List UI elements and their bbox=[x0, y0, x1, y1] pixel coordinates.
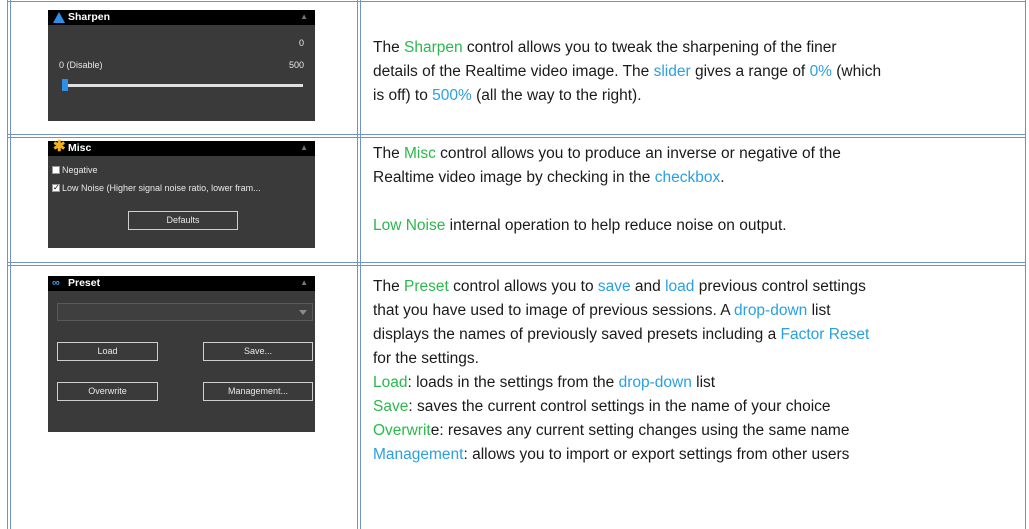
desc-line: is off) to 500% (all the way to the righ… bbox=[373, 84, 1013, 108]
row-divider-1-inner bbox=[7, 137, 1026, 138]
highlight-green: Misc bbox=[404, 145, 436, 162]
highlight-green: Sharpen bbox=[404, 39, 463, 56]
row-divider-1 bbox=[7, 134, 1026, 135]
desc-text: control allows you to tweak the sharpeni… bbox=[462, 39, 837, 56]
panel-title: Preset bbox=[68, 277, 101, 289]
save-button[interactable]: Save... bbox=[203, 342, 313, 361]
sharpen-slider-track[interactable] bbox=[62, 84, 303, 87]
panel-title: Misc bbox=[68, 142, 92, 154]
highlight-blue: drop-down bbox=[618, 374, 692, 391]
desc-line: Management: allows you to import or expo… bbox=[373, 443, 1013, 467]
desc-text: . bbox=[720, 169, 725, 186]
desc-text: for the settings. bbox=[373, 350, 479, 367]
highlight-blue: load bbox=[665, 278, 695, 295]
desc-text: (which bbox=[831, 63, 882, 80]
sharpen-min-label: 0 (Disable) bbox=[59, 60, 103, 70]
highlight-blue: 500% bbox=[432, 87, 472, 104]
document-table: Sharpen ▲ 0 0 (Disable) 500 The Sharpen … bbox=[0, 0, 1029, 529]
desc-text: that you have used to image of previous … bbox=[373, 302, 735, 319]
misc-panel: ✱ Misc ▲ Negative ✓ Low Noise (Higher si… bbox=[48, 138, 315, 248]
preset-panel: ∞ Preset ▲ Load Save... Overwrite Manage… bbox=[48, 276, 315, 432]
negative-label: Negative bbox=[62, 165, 98, 175]
desc-text: The bbox=[373, 145, 405, 162]
desc-line: The Sharpen control allows you to tweak … bbox=[373, 36, 1013, 60]
chevron-down-icon bbox=[299, 310, 307, 315]
desc-line: Save: saves the current control settings… bbox=[373, 395, 1013, 419]
highlight-blue: Management bbox=[373, 446, 464, 463]
desc-text: : saves the current control settings in … bbox=[408, 398, 831, 415]
highlight-green: Load bbox=[373, 374, 408, 391]
desc-text: details of the Realtime video image. The bbox=[373, 63, 654, 80]
desc-text: : loads in the settings from the bbox=[407, 374, 619, 391]
load-button[interactable]: Load bbox=[57, 342, 158, 361]
sharpen-description: The Sharpen control allows you to tweak … bbox=[373, 36, 1013, 108]
desc-line bbox=[373, 190, 1013, 214]
collapse-caret-icon[interactable]: ▲ bbox=[300, 140, 308, 155]
row-divider-2-inner bbox=[7, 265, 1026, 266]
preset-panel-header: ∞ Preset ▲ bbox=[48, 276, 315, 291]
preset-description: The Preset control allows you to save an… bbox=[373, 275, 1013, 467]
misc-description: The Misc control allows you to produce a… bbox=[373, 142, 1013, 238]
highlight-blue: drop-down bbox=[734, 302, 808, 319]
desc-text: Realtime video image by checking in the bbox=[373, 169, 655, 186]
row-divider-2 bbox=[7, 262, 1026, 263]
desc-text: and bbox=[630, 278, 666, 295]
sharpen-panel-header: Sharpen ▲ bbox=[48, 10, 315, 25]
management-button[interactable]: Management... bbox=[203, 382, 313, 401]
highlight-blue: checkbox bbox=[654, 169, 721, 186]
desc-text: : allows you to import or export setting… bbox=[463, 446, 850, 463]
desc-text: e: resaves any current setting changes u… bbox=[430, 422, 850, 439]
highlight-blue: 0% bbox=[809, 63, 832, 80]
sharpen-max-label: 500 bbox=[288, 60, 304, 70]
desc-line: Overwrite: resaves any current setting c… bbox=[373, 419, 1013, 443]
sharpen-slider-thumb[interactable] bbox=[62, 79, 68, 91]
low-noise-checkbox[interactable]: ✓ bbox=[52, 184, 60, 192]
sharpen-panel: Sharpen ▲ 0 0 (Disable) 500 bbox=[48, 10, 315, 121]
desc-line: for the settings. bbox=[373, 347, 1013, 371]
table-border-top bbox=[7, 1, 1026, 2]
collapse-caret-icon[interactable]: ▲ bbox=[300, 9, 308, 24]
preset-icon: ∞ bbox=[52, 277, 60, 289]
desc-text: gives a range of bbox=[690, 63, 810, 80]
asterisk-icon: ✱ bbox=[53, 138, 66, 155]
desc-text: list bbox=[691, 374, 716, 391]
desc-line: that you have used to image of previous … bbox=[373, 299, 1013, 323]
desc-text: control allows you to produce an inverse… bbox=[435, 145, 841, 162]
desc-line: The Misc control allows you to produce a… bbox=[373, 142, 1013, 166]
low-noise-label: Low Noise (Higher signal noise ratio, lo… bbox=[62, 183, 261, 193]
desc-line: The Preset control allows you to save an… bbox=[373, 275, 1013, 299]
desc-line: Load: loads in the settings from the dro… bbox=[373, 371, 1013, 395]
negative-checkbox[interactable] bbox=[52, 166, 60, 174]
desc-text: The bbox=[373, 39, 405, 56]
defaults-button[interactable]: Defaults bbox=[128, 211, 238, 230]
desc-text: (all the way to the right). bbox=[471, 87, 642, 104]
highlight-green: Preset bbox=[404, 278, 449, 295]
desc-text: list bbox=[807, 302, 831, 319]
collapse-caret-icon[interactable]: ▲ bbox=[300, 275, 308, 290]
preset-dropdown[interactable] bbox=[57, 303, 313, 321]
desc-line: displays the names of previously saved p… bbox=[373, 323, 1013, 347]
sharpen-triangle-icon bbox=[53, 12, 65, 23]
desc-line: Low Noise internal operation to help red… bbox=[373, 214, 1013, 238]
highlight-blue: save bbox=[597, 278, 631, 295]
highlight-blue: slider bbox=[653, 63, 691, 80]
desc-text: control allows you to bbox=[448, 278, 598, 295]
desc-text: The bbox=[373, 278, 405, 295]
highlight-green: Save bbox=[373, 398, 409, 415]
misc-panel-header: ✱ Misc ▲ bbox=[48, 138, 315, 156]
desc-text: previous control settings bbox=[694, 278, 866, 295]
overwrite-button[interactable]: Overwrite bbox=[57, 382, 158, 401]
highlight-blue: Factor Reset bbox=[780, 326, 870, 343]
desc-text: displays the names of previously saved p… bbox=[373, 326, 781, 343]
desc-text: internal operation to help reduce noise … bbox=[445, 217, 787, 234]
highlight-green: Overwrit bbox=[373, 422, 431, 439]
panel-title: Sharpen bbox=[68, 11, 111, 23]
desc-line: details of the Realtime video image. The… bbox=[373, 60, 1013, 84]
highlight-green: Low Noise bbox=[373, 217, 446, 234]
desc-text: is off) to bbox=[373, 87, 433, 104]
sharpen-value: 0 bbox=[298, 38, 304, 48]
desc-line: Realtime video image by checking in the … bbox=[373, 166, 1013, 190]
